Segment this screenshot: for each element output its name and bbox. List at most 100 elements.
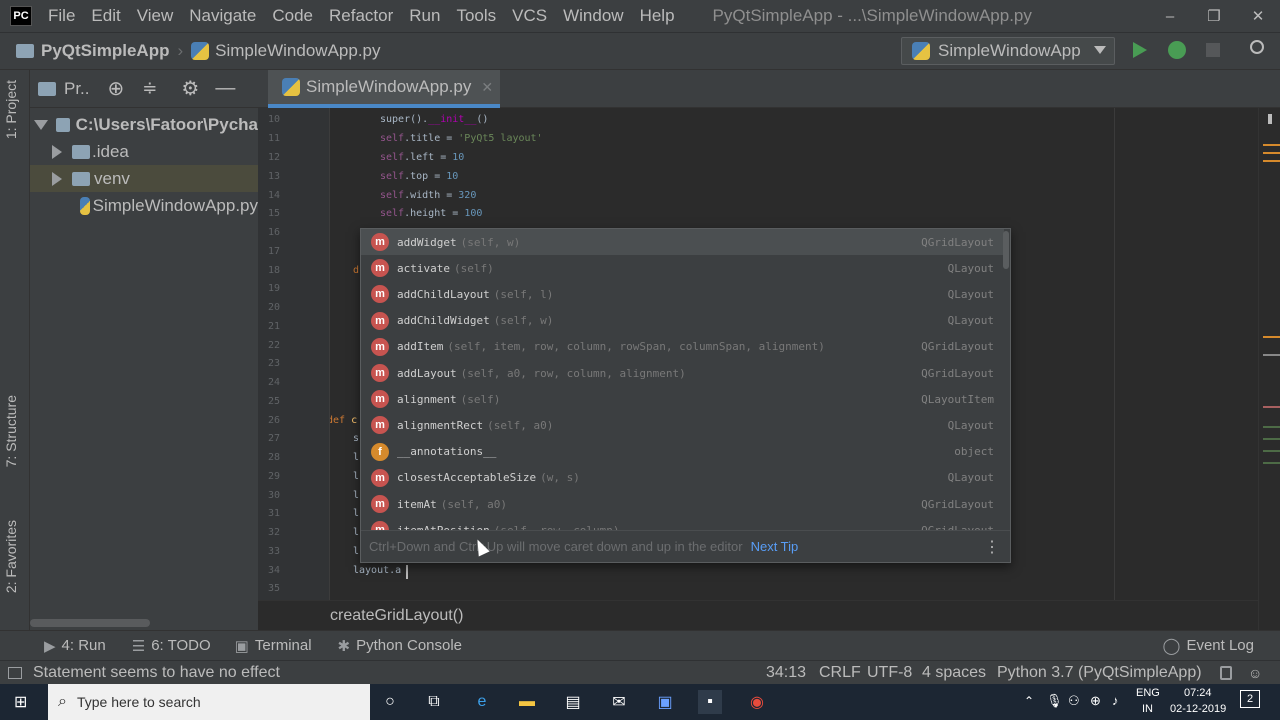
more-options-icon[interactable]: ⋮: [984, 537, 1000, 557]
store-icon[interactable]: ▤: [561, 690, 585, 714]
completion-item[interactable]: m alignmentRect (self, a0) QLayout: [361, 412, 1004, 438]
file-encoding[interactable]: UTF-8: [867, 664, 912, 682]
volume-icon[interactable]: ♪: [1112, 693, 1119, 708]
notifications-icon[interactable]: 2: [1240, 690, 1260, 708]
globe-icon[interactable]: ⊕: [1090, 693, 1101, 709]
clock-date[interactable]: 02-12-2019: [1170, 703, 1226, 715]
folder-icon: [38, 81, 56, 96]
show-hidden-icons-icon[interactable]: ⌃: [1024, 694, 1034, 708]
run-configuration-select[interactable]: SimpleWindowApp: [901, 37, 1115, 65]
run-icon[interactable]: [1133, 42, 1147, 58]
gear-icon[interactable]: ⚙: [181, 76, 199, 101]
todo-tool-tab[interactable]: ☰ 6: TODO: [132, 637, 211, 655]
close-tab-icon[interactable]: ✕: [481, 79, 493, 96]
app-icon[interactable]: ▣: [653, 690, 677, 714]
close-window-button[interactable]: ✕: [1236, 0, 1280, 32]
error-marker[interactable]: [1263, 406, 1280, 408]
menu-navigate[interactable]: Navigate: [181, 6, 264, 26]
run-tool-tab[interactable]: ▶ 4: Run: [44, 637, 106, 655]
microphone-icon[interactable]: 🎙: [1046, 693, 1063, 709]
tree-item-python-file[interactable]: SimpleWindowApp.py: [30, 192, 258, 219]
structure-tool-tab[interactable]: 7: Structure: [3, 395, 19, 467]
windows-start-icon[interactable]: ⊞: [14, 692, 27, 712]
nav-project-crumb[interactable]: PyQtSimpleApp: [41, 41, 169, 61]
pycharm-taskbar-icon[interactable]: ▪: [698, 690, 722, 714]
project-tool-tab[interactable]: 1: Project: [3, 80, 19, 139]
cortana-icon[interactable]: ○: [378, 690, 402, 714]
completion-item[interactable]: m itemAt (self, a0) QGridLayout: [361, 491, 1004, 517]
mail-icon[interactable]: ✉: [607, 690, 631, 714]
line-separator[interactable]: CRLF: [819, 664, 861, 682]
completion-item[interactable]: m addLayout (self, a0, row, column, alignm…: [361, 360, 1004, 386]
search-icon[interactable]: [1250, 40, 1264, 54]
menu-code[interactable]: Code: [264, 6, 321, 26]
edge-browser-icon[interactable]: e: [470, 690, 494, 714]
change-marker[interactable]: [1263, 426, 1280, 428]
completion-item[interactable]: m addChildLayout (self, l) QLayout: [361, 281, 1004, 307]
status-message: Statement seems to have no effect: [33, 663, 280, 681]
code-breadcrumb[interactable]: createGridLayout(): [258, 600, 1258, 630]
completion-item[interactable]: m closestAcceptableSize (w, s) QLayout: [361, 465, 1004, 491]
completion-item[interactable]: m addChildWidget (self, w) QLayout: [361, 308, 1004, 334]
terminal-tool-tab[interactable]: ▣ Terminal: [235, 637, 312, 655]
tree-item-root[interactable]: C:\Users\Fatoor\Pycha: [30, 111, 258, 138]
menu-file[interactable]: File: [40, 6, 83, 26]
menu-edit[interactable]: Edit: [83, 6, 128, 26]
file-explorer-icon[interactable]: ▬: [515, 690, 539, 714]
language-code[interactable]: ENG: [1136, 687, 1160, 699]
menu-refactor[interactable]: Refactor: [321, 6, 401, 26]
restore-button[interactable]: ❐: [1192, 0, 1236, 32]
network-icon[interactable]: ⚇: [1068, 693, 1080, 709]
project-view-selector[interactable]: Pr..: [64, 79, 90, 99]
nav-file-crumb[interactable]: SimpleWindowApp.py: [215, 41, 380, 61]
collapse-icon: [52, 171, 62, 186]
completion-item[interactable]: f __annotations__ object: [361, 439, 1004, 465]
menu-help[interactable]: Help: [632, 6, 683, 26]
completion-item[interactable]: m addWidget (self, w) QGridLayout: [361, 229, 1004, 255]
python-console-tool-tab[interactable]: ✱ Python Console: [338, 637, 462, 655]
lock-icon[interactable]: [1220, 666, 1232, 680]
change-marker[interactable]: [1263, 354, 1280, 356]
completion-item[interactable]: m activate (self) QLayout: [361, 255, 1004, 281]
project-horizontal-scrollbar[interactable]: [30, 619, 150, 627]
menu-tools[interactable]: Tools: [448, 6, 504, 26]
next-tip-link[interactable]: Next Tip: [751, 539, 799, 554]
editor-tab-active[interactable]: SimpleWindowApp.py ✕: [268, 70, 500, 108]
change-marker[interactable]: [1263, 438, 1280, 440]
event-log-tool-tab[interactable]: ◯ Event Log: [1163, 636, 1254, 656]
warning-marker[interactable]: [1263, 160, 1280, 162]
change-marker[interactable]: [1263, 450, 1280, 452]
locate-icon[interactable]: ⊕: [108, 76, 125, 101]
toggle-tool-windows-icon[interactable]: [8, 666, 22, 679]
inspector-icon[interactable]: ☺: [1248, 665, 1262, 681]
warning-marker[interactable]: [1263, 144, 1280, 146]
tree-item-venv[interactable]: venv: [30, 165, 258, 192]
popup-scrollbar[interactable]: [1003, 231, 1009, 269]
minimize-button[interactable]: –: [1148, 0, 1192, 32]
change-marker[interactable]: [1263, 462, 1280, 464]
debug-icon[interactable]: [1168, 41, 1186, 59]
clock-time[interactable]: 07:24: [1184, 687, 1212, 699]
indent-setting[interactable]: 4 spaces: [922, 664, 986, 682]
task-view-icon[interactable]: ⧉: [422, 690, 446, 714]
warning-marker[interactable]: [1263, 336, 1280, 338]
caret-position[interactable]: 34:13: [766, 664, 806, 682]
chrome-icon[interactable]: ◉: [745, 690, 769, 714]
region-code[interactable]: IN: [1142, 703, 1153, 715]
collapse-all-icon[interactable]: ≑: [142, 78, 157, 99]
menu-window[interactable]: Window: [555, 6, 631, 26]
menu-view[interactable]: View: [129, 6, 182, 26]
breadcrumb-function[interactable]: createGridLayout(): [330, 607, 463, 625]
hide-panel-icon[interactable]: —: [215, 77, 235, 100]
completion-item[interactable]: m alignment (self) QLayoutItem: [361, 386, 1004, 412]
menu-run[interactable]: Run: [401, 6, 448, 26]
favorites-tool-tab[interactable]: 2: Favorites: [3, 520, 19, 593]
taskbar-search-box[interactable]: ⌕ Type here to search: [48, 684, 370, 720]
python-interpreter[interactable]: Python 3.7 (PyQtSimpleApp): [997, 664, 1202, 682]
editor-vertical-scrollbar[interactable]: [1258, 108, 1280, 630]
completion-item[interactable]: m addItem (self, item, row, column, rowSpa…: [361, 334, 1004, 360]
menu-vcs[interactable]: VCS: [504, 6, 555, 26]
tree-item-idea[interactable]: .idea: [30, 138, 258, 165]
stop-icon[interactable]: [1206, 43, 1220, 57]
warning-marker[interactable]: [1263, 152, 1280, 154]
